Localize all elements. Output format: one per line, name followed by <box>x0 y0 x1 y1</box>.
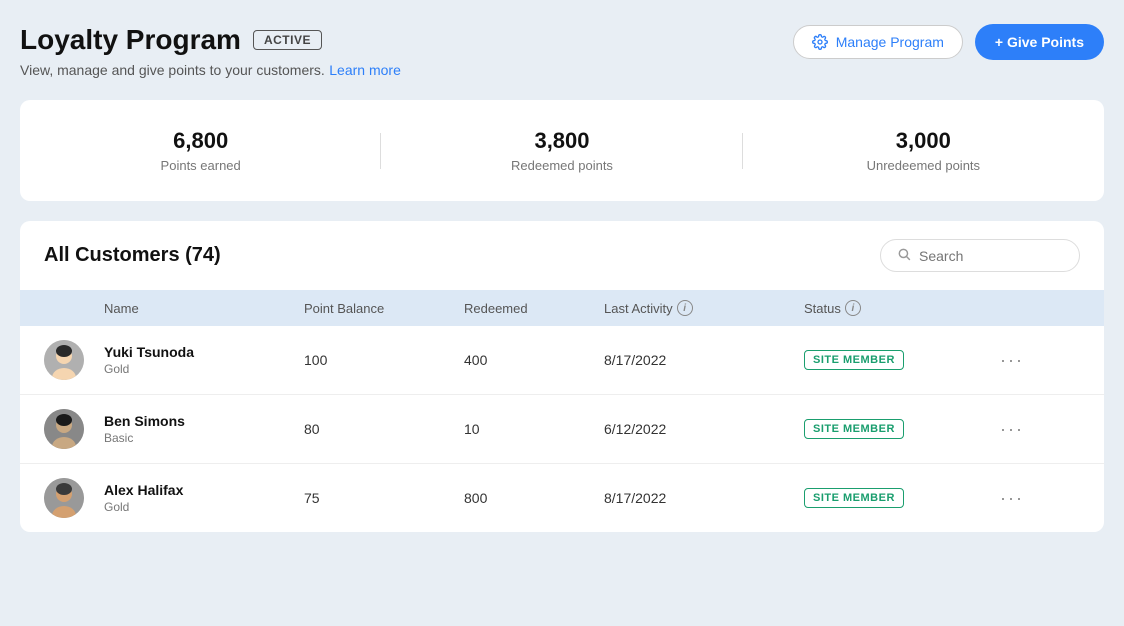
points-earned-value: 6,800 <box>20 128 381 154</box>
subtitle-text: View, manage and give points to your cus… <box>20 62 325 78</box>
table-row: Alex Halifax Gold 75 800 8/17/2022 SITE … <box>20 464 1104 532</box>
learn-more-link[interactable]: Learn more <box>329 62 401 78</box>
col-header-status: Status i <box>804 300 964 316</box>
avatar <box>44 409 84 449</box>
redeemed-points-value: 3,800 <box>381 128 742 154</box>
status-badge: SITE MEMBER <box>804 488 904 508</box>
redeemed-amount: 800 <box>464 490 604 506</box>
table-row: Ben Simons Basic 80 10 6/12/2022 SITE ME… <box>20 395 1104 464</box>
stat-unredeemed-points: 3,000 Unredeemed points <box>743 128 1104 173</box>
point-balance: 75 <box>304 490 464 506</box>
search-icon <box>897 247 911 264</box>
col-header-redeemed: Redeemed <box>464 301 604 316</box>
table-header: Name Point Balance Redeemed Last Activit… <box>20 290 1104 326</box>
status-badge: SITE MEMBER <box>804 350 904 370</box>
point-balance: 80 <box>304 421 464 437</box>
last-activity: 6/12/2022 <box>604 421 804 437</box>
active-badge: ACTIVE <box>253 30 322 50</box>
page-header: Loyalty Program ACTIVE View, manage and … <box>20 24 1104 80</box>
subtitle-row: View, manage and give points to your cus… <box>20 62 401 80</box>
redeemed-amount: 400 <box>464 352 604 368</box>
customers-header: All Customers (74) <box>20 221 1104 290</box>
customer-tier: Basic <box>104 431 304 445</box>
points-earned-label: Points earned <box>20 158 381 173</box>
customers-section: All Customers (74) Name Point Balance <box>20 221 1104 532</box>
point-balance: 100 <box>304 352 464 368</box>
give-points-button[interactable]: + Give Points <box>975 24 1104 60</box>
stat-points-earned: 6,800 Points earned <box>20 128 381 173</box>
status-cell: SITE MEMBER <box>804 488 964 508</box>
unredeemed-points-label: Unredeemed points <box>743 158 1104 173</box>
more-options-button[interactable]: ··· <box>964 488 1024 509</box>
last-activity: 8/17/2022 <box>604 490 804 506</box>
unredeemed-points-value: 3,000 <box>743 128 1104 154</box>
stat-redeemed-points: 3,800 Redeemed points <box>381 128 742 173</box>
last-activity-info-icon[interactable]: i <box>677 300 693 316</box>
search-box[interactable] <box>880 239 1080 272</box>
manage-program-button[interactable]: Manage Program <box>793 25 963 59</box>
avatar <box>44 478 84 518</box>
status-cell: SITE MEMBER <box>804 350 964 370</box>
status-cell: SITE MEMBER <box>804 419 964 439</box>
more-options-button[interactable]: ··· <box>964 419 1024 440</box>
customer-name: Yuki Tsunoda <box>104 344 304 360</box>
customer-info: Alex Halifax Gold <box>104 482 304 514</box>
col-header-last-activity: Last Activity i <box>604 300 804 316</box>
customer-info: Yuki Tsunoda Gold <box>104 344 304 376</box>
avatar <box>44 340 84 380</box>
header-right: Manage Program + Give Points <box>793 24 1104 60</box>
status-info-icon[interactable]: i <box>845 300 861 316</box>
page-title: Loyalty Program <box>20 24 241 56</box>
customer-name: Alex Halifax <box>104 482 304 498</box>
redeemed-amount: 10 <box>464 421 604 437</box>
last-activity: 8/17/2022 <box>604 352 804 368</box>
customer-name: Ben Simons <box>104 413 304 429</box>
stats-card: 6,800 Points earned 3,800 Redeemed point… <box>20 100 1104 201</box>
table-row: Yuki Tsunoda Gold 100 400 8/17/2022 SITE… <box>20 326 1104 395</box>
col-header-name: Name <box>104 301 304 316</box>
customer-tier: Gold <box>104 500 304 514</box>
customer-tier: Gold <box>104 362 304 376</box>
status-badge: SITE MEMBER <box>804 419 904 439</box>
customer-info: Ben Simons Basic <box>104 413 304 445</box>
manage-program-label: Manage Program <box>836 34 944 50</box>
customers-title: All Customers (74) <box>44 244 221 267</box>
redeemed-points-label: Redeemed points <box>381 158 742 173</box>
header-left: Loyalty Program ACTIVE View, manage and … <box>20 24 401 80</box>
more-options-button[interactable]: ··· <box>964 350 1024 371</box>
gear-icon <box>812 34 828 50</box>
search-input[interactable] <box>919 248 1059 264</box>
customer-table-body: Yuki Tsunoda Gold 100 400 8/17/2022 SITE… <box>20 326 1104 532</box>
title-row: Loyalty Program ACTIVE <box>20 24 401 56</box>
col-header-point-balance: Point Balance <box>304 301 464 316</box>
